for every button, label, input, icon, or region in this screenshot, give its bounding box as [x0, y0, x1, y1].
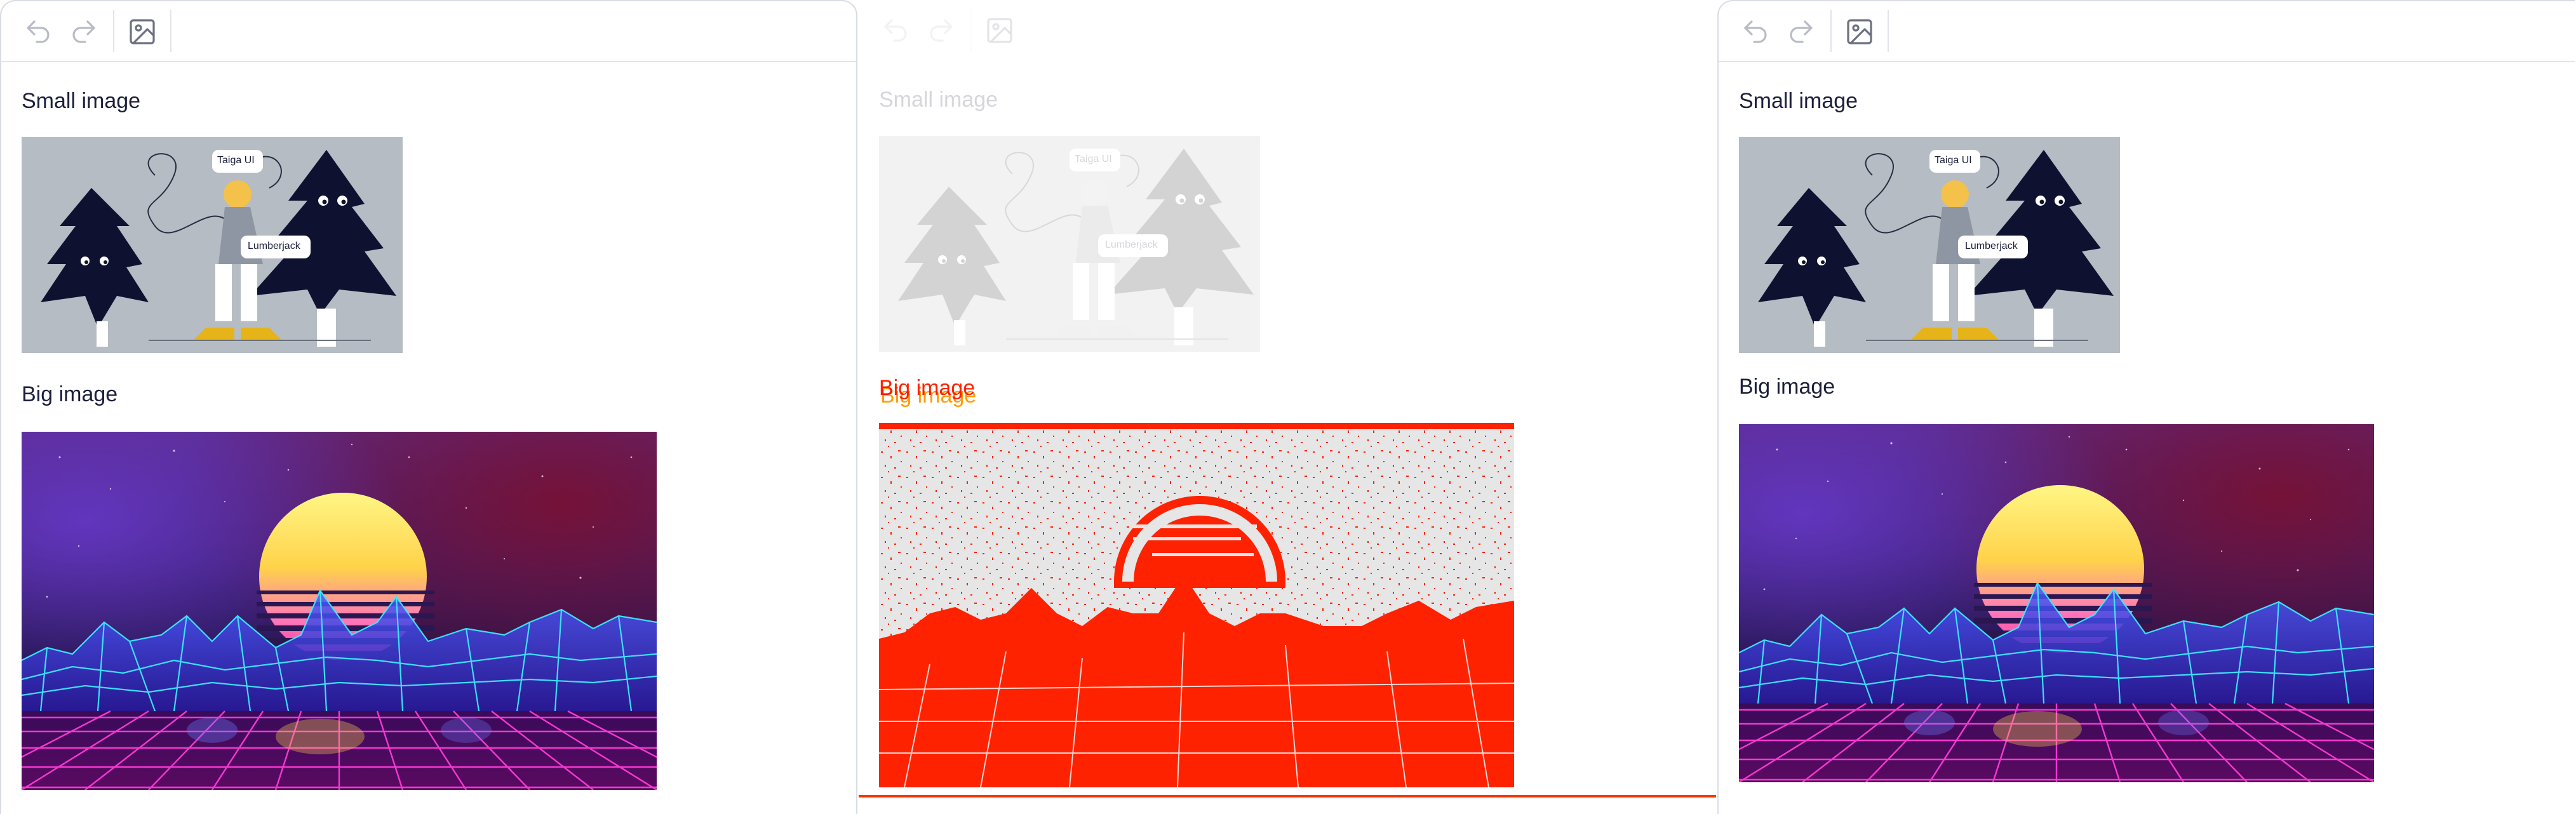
undo-button[interactable] [1738, 14, 1773, 50]
bubble-lumberjack: Lumberjack [248, 241, 300, 251]
big-image-heading: Big image [22, 382, 118, 406]
image-icon [1844, 17, 1875, 47]
big-image-heading-diff-overlay: Big image [880, 384, 977, 408]
undo-button[interactable] [878, 13, 913, 48]
small-image-heading: Small image [879, 88, 998, 112]
editor-toolbar [1719, 1, 2575, 62]
lumberjack-illustration [1739, 137, 2120, 353]
big-image-diff [879, 423, 1514, 787]
editor-panel-actual: Small image Taiga UI Lumberjack Big imag… [1717, 0, 2575, 814]
undo-icon [1740, 17, 1771, 47]
redo-button[interactable] [923, 13, 959, 48]
insert-image-button[interactable] [982, 13, 1017, 48]
editor-toolbar [859, 0, 1716, 61]
redo-icon [1786, 17, 1816, 47]
redo-icon [69, 17, 99, 47]
image-icon [984, 15, 1015, 46]
bubble-taiga-ui: Taiga UI [1075, 154, 1112, 164]
big-image[interactable] [22, 432, 657, 790]
insert-image-button[interactable] [124, 14, 160, 50]
bubble-lumberjack: Lumberjack [1965, 241, 2018, 251]
redo-icon [926, 15, 956, 46]
undo-icon [23, 17, 53, 47]
toolbar-divider [970, 9, 972, 51]
bubble-taiga-ui: Taiga UI [1935, 155, 1972, 166]
small-image[interactable]: Taiga UI Lumberjack [22, 137, 403, 353]
small-image-heading: Small image [1739, 89, 1858, 113]
redo-button[interactable] [1783, 14, 1819, 50]
bubble-lumberjack: Lumberjack [1105, 239, 1158, 250]
small-image-heading: Small image [22, 89, 141, 113]
toolbar-divider [113, 10, 114, 52]
synthwave-landscape [1739, 424, 2374, 782]
image-icon [127, 17, 158, 47]
small-image[interactable]: Taiga UI Lumberjack [1739, 137, 2120, 353]
big-image-heading: Big image [1739, 375, 1835, 399]
editor-toolbar [1, 1, 856, 62]
diff-border-line [859, 795, 1716, 797]
toolbar-divider [1888, 10, 1889, 52]
undo-button[interactable] [20, 14, 56, 50]
synthwave-landscape [22, 432, 657, 790]
redo-button[interactable] [66, 14, 102, 50]
editor-panel-diff: Small image Taiga UI Lumberjack Big imag… [859, 0, 1716, 814]
big-image[interactable] [1739, 424, 2374, 782]
lumberjack-illustration [22, 137, 403, 353]
toolbar-divider [170, 10, 171, 52]
undo-icon [880, 15, 911, 46]
bubble-taiga-ui: Taiga UI [217, 155, 255, 166]
lumberjack-illustration [879, 136, 1260, 352]
screenshot-comparison: Small image Taiga UI Lumberjack Big imag… [0, 0, 2576, 814]
diff-heatmap [879, 423, 1514, 787]
toolbar-divider [1830, 10, 1832, 52]
small-image[interactable]: Taiga UI Lumberjack [879, 136, 1260, 352]
insert-image-button[interactable] [1842, 14, 1877, 50]
editor-panel-reference: Small image Taiga UI Lumberjack Big imag… [0, 0, 857, 814]
